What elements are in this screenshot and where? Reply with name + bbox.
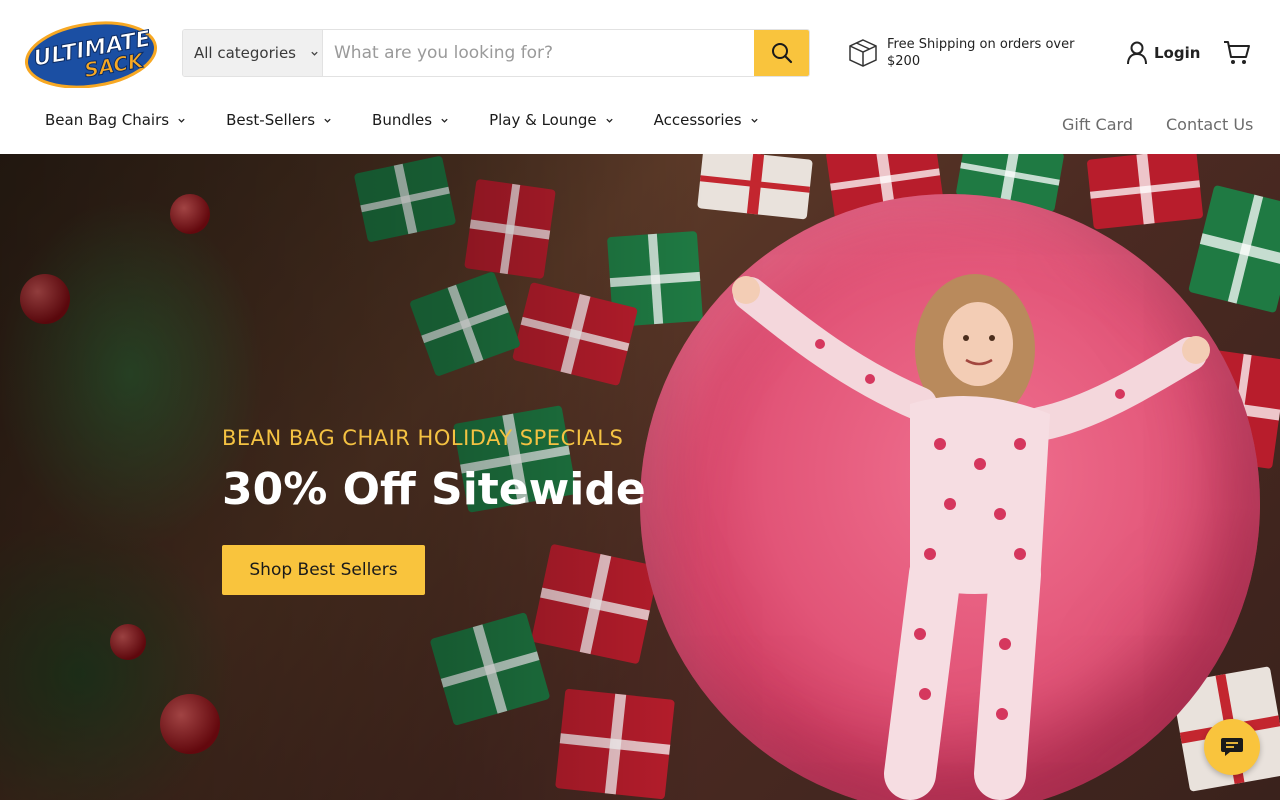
nav-item-label: Best-Sellers	[226, 111, 316, 129]
shipping-notice: Free Shipping on orders over $200	[848, 36, 1098, 72]
ultimate-sack-logo[interactable]: ULTIMATE SACK	[24, 18, 158, 88]
contact-us-link[interactable]: Contact Us	[1166, 115, 1253, 134]
search-button[interactable]	[754, 30, 809, 76]
site-header: ULTIMATE SACK All categories Free Shippi…	[0, 0, 1280, 154]
chevron-down-icon	[750, 118, 758, 123]
chevron-down-icon	[441, 118, 448, 123]
nav-item-label: Accessories	[653, 111, 742, 129]
hero-title: 30% Off Sitewide	[222, 464, 646, 515]
chevron-down-icon	[311, 51, 318, 56]
nav-item-play-lounge[interactable]: Play & Lounge	[489, 111, 614, 129]
package-icon	[849, 39, 877, 67]
hero-banner: BEAN BAG CHAIR HOLIDAY SPECIALS 30% Off …	[0, 154, 1280, 800]
nav-item-label: Play & Lounge	[489, 111, 597, 129]
search-input[interactable]	[323, 30, 754, 76]
chat-icon	[1221, 738, 1243, 756]
login-label: Login	[1154, 44, 1201, 62]
nav-item-label: Bean Bag Chairs	[45, 111, 170, 129]
chevron-down-icon	[178, 118, 185, 123]
nav-secondary-contact: Contact Us	[1166, 115, 1253, 134]
nav-item-accessories[interactable]: Accessories	[654, 111, 759, 129]
nav-item-bean-bag-chairs[interactable]: Bean Bag Chairs	[45, 111, 186, 129]
chat-button[interactable]	[1204, 719, 1260, 775]
shop-best-sellers-button[interactable]: Shop Best Sellers	[222, 545, 425, 595]
nav-item-best-sellers[interactable]: Best-Sellers	[226, 111, 332, 129]
search-bar: All categories	[182, 29, 810, 77]
login-link[interactable]: Login	[1126, 41, 1200, 65]
chevron-down-icon	[605, 118, 613, 123]
main-nav: Bean Bag Chairs Best-Sellers Bundles Pla…	[45, 111, 799, 129]
category-select-label: All categories	[194, 44, 296, 62]
hero-kicker: BEAN BAG CHAIR HOLIDAY SPECIALS	[222, 426, 624, 450]
cart-icon[interactable]	[1223, 40, 1251, 66]
user-icon	[1127, 41, 1147, 65]
nav-item-bundles[interactable]: Bundles	[372, 111, 449, 129]
shipping-text: Free Shipping on orders over $200	[887, 37, 1075, 69]
gift-card-link[interactable]: Gift Card	[1062, 115, 1133, 134]
chevron-down-icon	[324, 118, 331, 123]
nav-item-label: Bundles	[372, 111, 433, 129]
search-icon	[771, 43, 792, 64]
nav-secondary: Gift Card	[1062, 115, 1133, 134]
category-select[interactable]: All categories	[183, 30, 323, 76]
